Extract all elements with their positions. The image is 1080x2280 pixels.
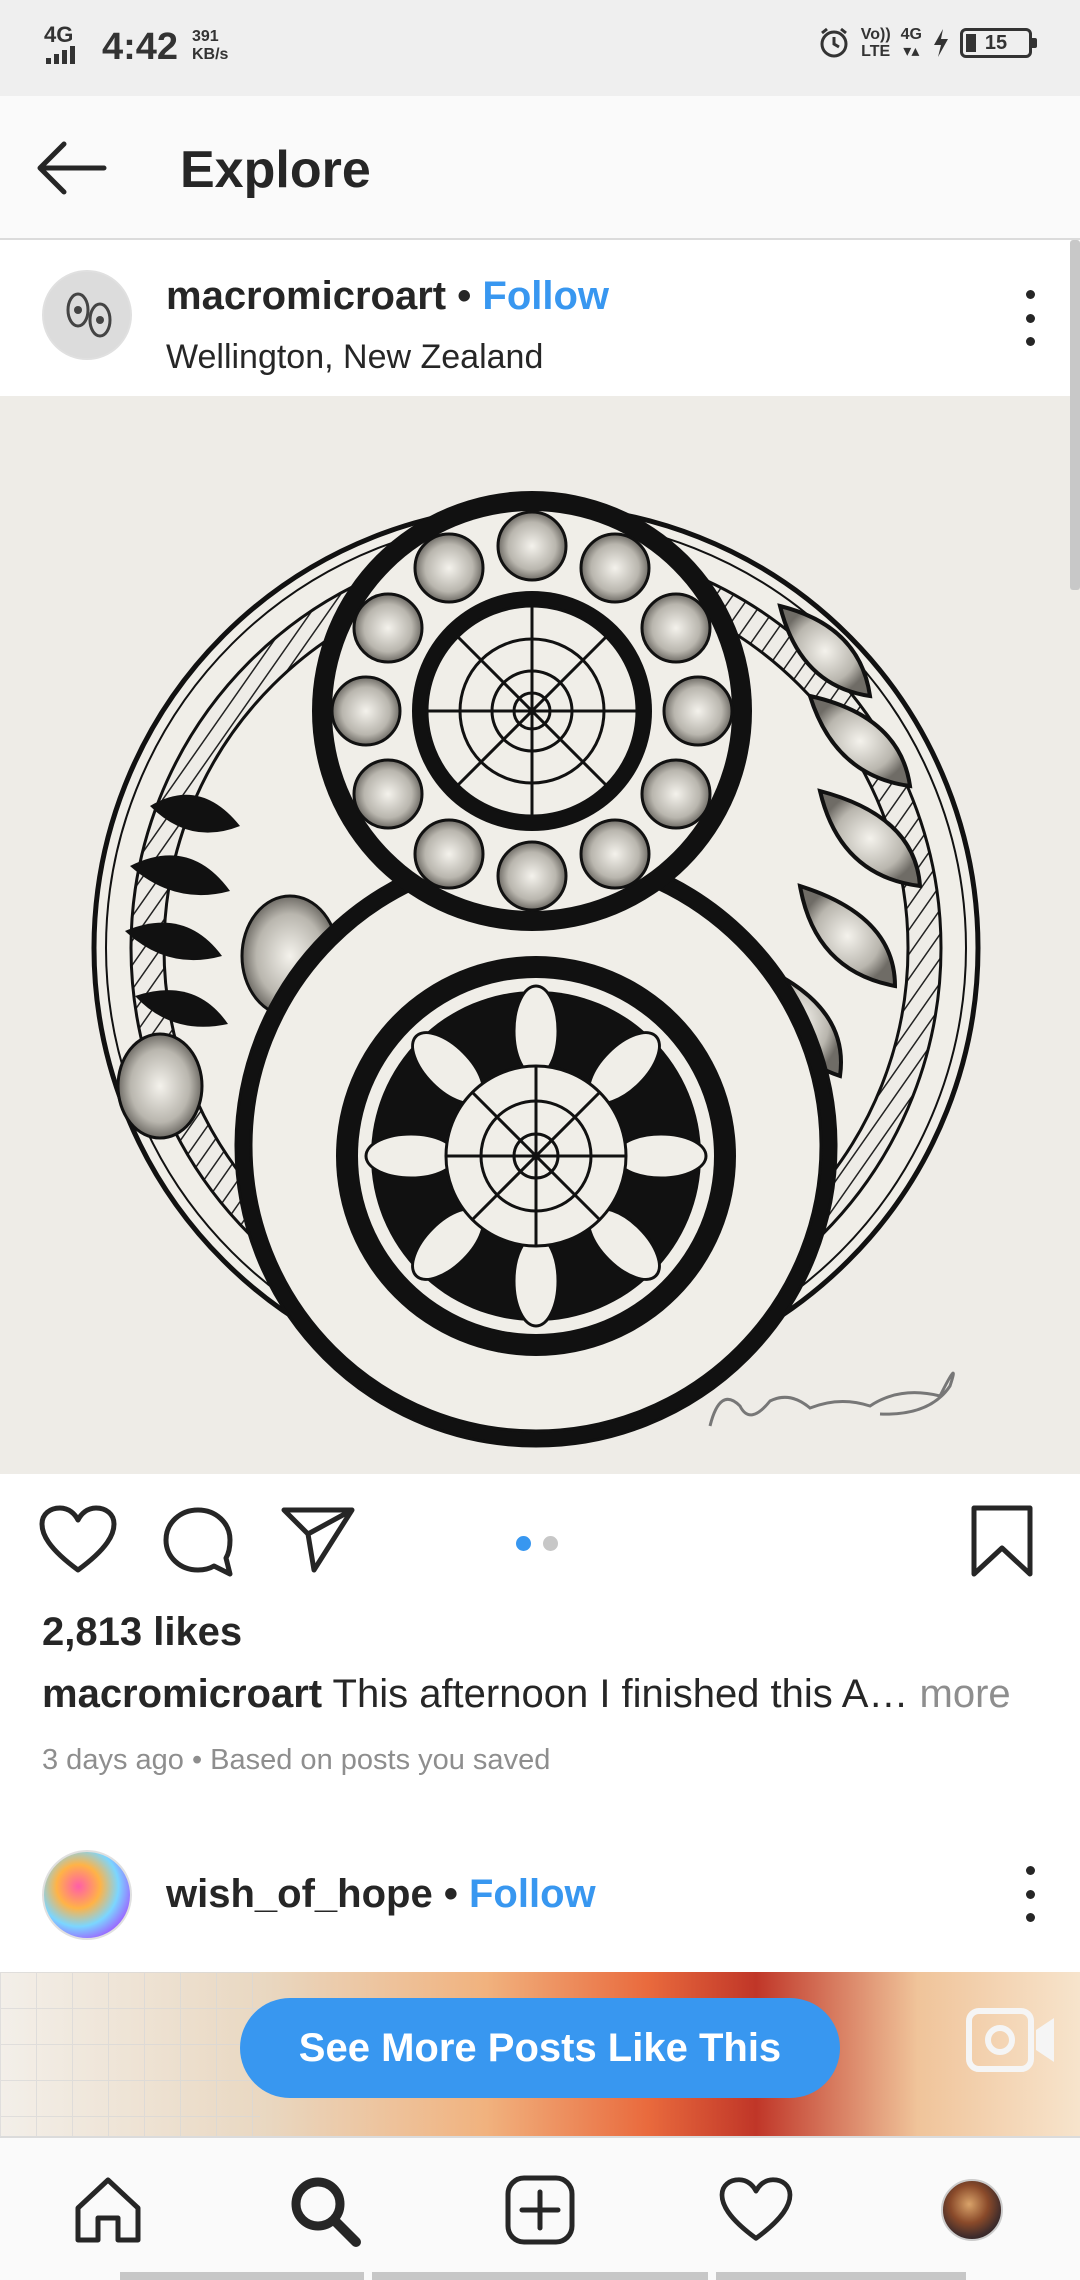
follow-button[interactable]: Follow xyxy=(482,274,609,318)
status-icons: Vo)) LTE 4G ▾▴ 15 xyxy=(817,26,1037,60)
carousel-dot-1 xyxy=(516,1536,531,1551)
volte-bottom: LTE xyxy=(861,43,891,60)
more-vertical-icon[interactable] xyxy=(1020,1866,1040,1922)
caption-username[interactable]: macromicroart xyxy=(42,1672,322,1716)
post-actions xyxy=(0,1474,1080,1614)
scrollbar[interactable] xyxy=(1070,240,1080,590)
heart-icon xyxy=(719,2177,793,2241)
profile-avatar xyxy=(941,2179,1003,2241)
more-vertical-icon[interactable] xyxy=(1020,290,1040,346)
post-username-row: macromicroart • Follow xyxy=(166,274,609,319)
bookmark-icon[interactable] xyxy=(970,1504,1034,1580)
caption-more-link[interactable]: more xyxy=(920,1672,1011,1716)
nav-add[interactable] xyxy=(500,2170,580,2250)
post-header-2: wish_of_hope • Follow xyxy=(0,1822,1080,1972)
post-caption: macromicroart This afternoon I finished … xyxy=(42,1672,1011,1717)
charging-icon xyxy=(934,29,948,57)
avatar[interactable] xyxy=(42,1850,132,1940)
top-app-bar: Explore xyxy=(0,96,1080,240)
nav-home[interactable] xyxy=(68,2170,148,2250)
network-right-label: 4G xyxy=(900,26,922,43)
heart-icon[interactable] xyxy=(38,1504,118,1576)
status-bar: 4G 4:42 391 KB/s Vo)) LTE 4G ▾▴ 15 xyxy=(0,0,1080,96)
home-icon xyxy=(75,2177,141,2243)
gesture-bar-segment xyxy=(120,2272,364,2280)
network-speed: 391 KB/s xyxy=(192,28,228,64)
battery-level: 15 xyxy=(984,31,1008,54)
video-camera-icon[interactable] xyxy=(966,2008,1058,2072)
speed-value: 391 xyxy=(192,28,219,45)
post-image[interactable] xyxy=(0,396,1080,1474)
post-username[interactable]: wish_of_hope xyxy=(166,1872,433,1916)
carousel-dot-2 xyxy=(543,1536,558,1551)
post-username[interactable]: macromicroart xyxy=(166,274,446,318)
separator: • xyxy=(443,1872,458,1916)
gesture-bar-segment xyxy=(716,2272,966,2280)
network-type: 4G xyxy=(44,22,74,47)
network-type-right: 4G ▾▴ xyxy=(900,26,922,60)
search-icon xyxy=(291,2177,361,2247)
nav-profile[interactable] xyxy=(932,2170,1012,2250)
alarm-icon xyxy=(820,27,848,58)
paper-plane-icon[interactable] xyxy=(280,1504,356,1576)
page-title: Explore xyxy=(180,141,371,199)
carousel-indicator xyxy=(516,1536,558,1551)
comment-icon[interactable] xyxy=(160,1504,236,1580)
volte-indicator: Vo)) LTE xyxy=(861,26,891,60)
battery-icon: 15 xyxy=(960,28,1037,58)
post-header: macromicroart • Follow Wellington, New Z… xyxy=(0,240,1080,396)
gesture-bar-segment xyxy=(372,2272,708,2280)
avatar-image xyxy=(44,272,130,358)
back-arrow-icon[interactable] xyxy=(34,136,108,200)
likes-count[interactable]: 2,813 likes xyxy=(42,1610,242,1655)
nav-activity[interactable] xyxy=(716,2170,796,2250)
post-meta: 3 days ago • Based on posts you saved xyxy=(42,1744,551,1776)
post-location[interactable]: Wellington, New Zealand xyxy=(166,338,543,377)
separator: • xyxy=(457,274,472,318)
follow-button[interactable]: Follow xyxy=(469,1872,596,1916)
signal-icon xyxy=(46,46,75,64)
avatar[interactable] xyxy=(42,270,132,360)
mandala-artwork xyxy=(91,491,981,1448)
nav-search[interactable] xyxy=(284,2170,364,2250)
caption-text: This afternoon I finished this A… xyxy=(332,1672,909,1716)
clock: 4:42 xyxy=(102,26,179,68)
add-post-icon xyxy=(505,2175,575,2245)
see-more-posts-button[interactable]: See More Posts Like This xyxy=(240,1998,840,2098)
speed-unit: KB/s xyxy=(192,46,229,63)
volte-top: Vo)) xyxy=(860,26,891,43)
bottom-nav xyxy=(0,2136,1080,2280)
post-username-row: wish_of_hope • Follow xyxy=(166,1872,596,1917)
